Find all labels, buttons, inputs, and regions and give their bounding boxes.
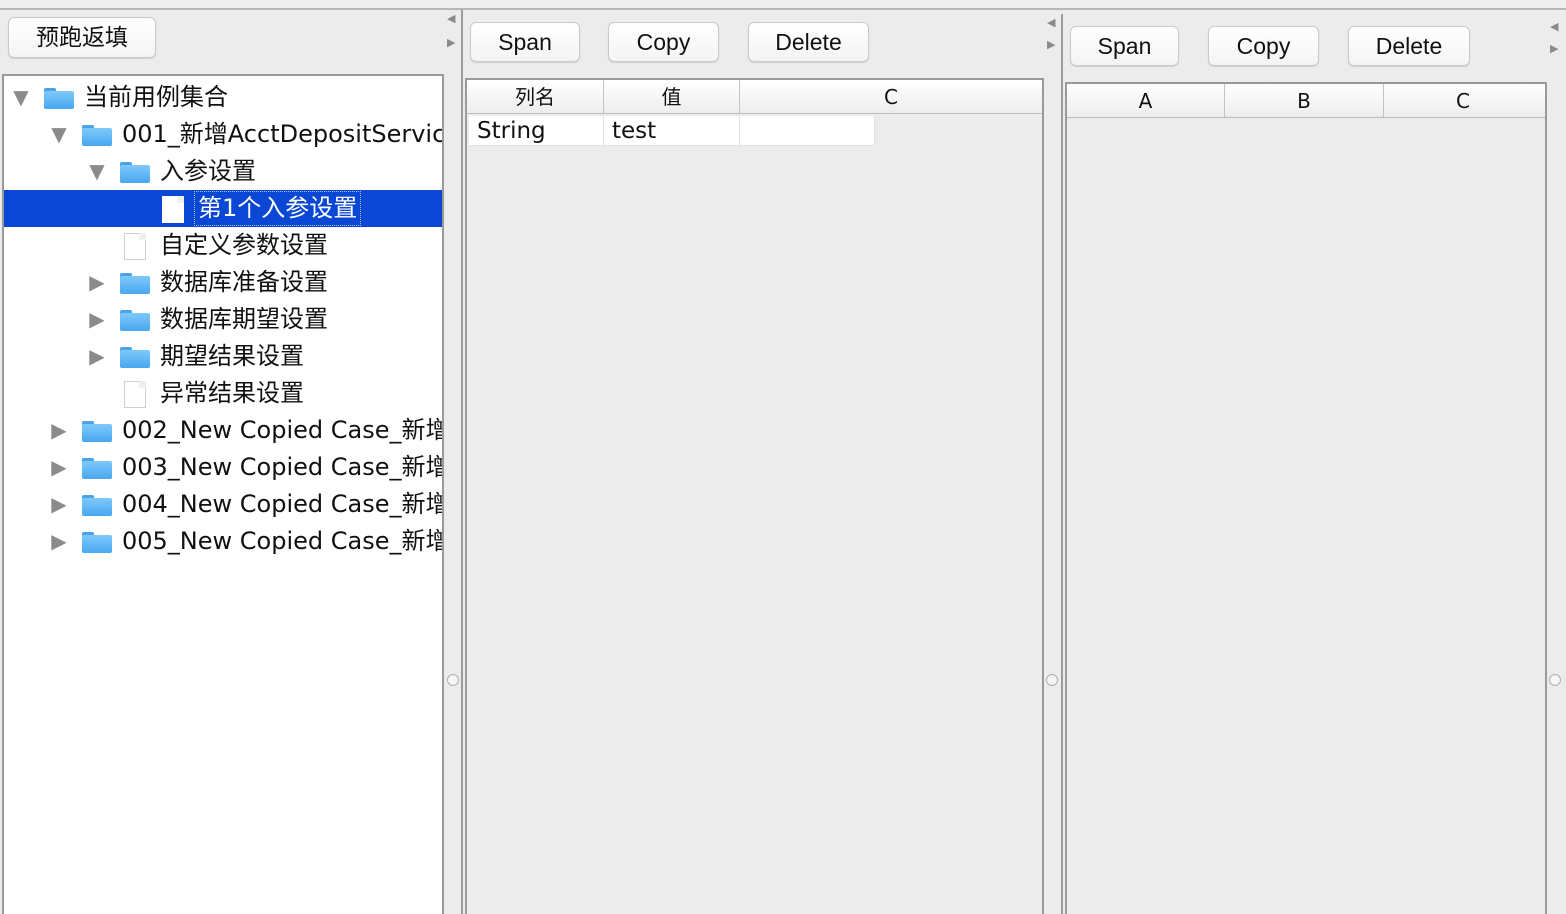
collapse-left-arrow-icon[interactable]: ◀ — [1047, 16, 1055, 29]
triangle-right-icon[interactable]: ▶ — [48, 449, 70, 486]
triangle-right-icon[interactable]: ▶ — [86, 338, 108, 375]
window-top-border — [0, 0, 1566, 10]
splitter-left[interactable]: ◀ ▶ — [444, 10, 462, 914]
right-delete-button[interactable]: Delete — [1348, 26, 1470, 66]
tree-node-label: 005_New Copied Case_新增 — [122, 527, 442, 555]
triangle-down-icon[interactable]: ▼ — [10, 79, 32, 116]
middle-table-header: 列名 值 C — [467, 80, 1042, 114]
splitter-middle[interactable]: ◀ ▶ — [1044, 10, 1062, 914]
tree-node-label: 第1个入参设置 — [194, 191, 362, 226]
file-icon — [124, 381, 146, 408]
triangle-right-icon[interactable]: ▶ — [86, 301, 108, 338]
middle-table[interactable]: 列名 值 C String test — [465, 78, 1044, 914]
cell-c[interactable] — [740, 116, 875, 146]
triangle-right-icon[interactable]: ▶ — [86, 264, 108, 301]
file-icon — [162, 196, 184, 223]
folder-icon — [120, 162, 150, 183]
tree-node[interactable]: ▼ 入参设置 — [4, 153, 442, 190]
middle-delete-button[interactable]: Delete — [748, 22, 869, 62]
tree-node[interactable]: ▶ 003_New Copied Case_新增 — [4, 449, 442, 486]
tree-node[interactable]: 第1个入参设置 — [4, 190, 442, 227]
tree-node[interactable]: 自定义参数设置 — [4, 227, 442, 264]
expand-right-arrow-icon[interactable]: ▶ — [1550, 42, 1558, 55]
right-span-button[interactable]: Span — [1070, 26, 1179, 66]
triangle-down-icon[interactable]: ▼ — [86, 153, 108, 190]
collapse-left-arrow-icon[interactable]: ◀ — [1550, 20, 1558, 33]
tree-node-label: 数据库期望设置 — [160, 305, 328, 333]
tree-node-label: 自定义参数设置 — [160, 231, 328, 259]
tree-node-label: 当前用例集合 — [84, 83, 228, 111]
tree-node-label: 异常结果设置 — [160, 379, 304, 407]
file-icon — [124, 233, 146, 260]
tree-node[interactable]: ▶ 005_New Copied Case_新增 — [4, 523, 442, 560]
folder-icon — [82, 532, 112, 553]
column-header-b[interactable]: B — [1225, 84, 1384, 118]
splitter-handle-icon[interactable] — [447, 674, 459, 686]
folder-icon — [82, 495, 112, 516]
folder-icon — [120, 310, 150, 331]
right-table-header: A B C — [1067, 84, 1545, 118]
tree-node[interactable]: ▶ 004_New Copied Case_新增 — [4, 486, 442, 523]
triangle-right-icon[interactable]: ▶ — [48, 412, 70, 449]
triangle-right-icon[interactable]: ▶ — [48, 523, 70, 560]
tree-node-label: 002_New Copied Case_新增 — [122, 416, 442, 444]
prerun-backfill-button[interactable]: 预跑返填 — [8, 17, 156, 58]
folder-icon — [120, 273, 150, 294]
folder-icon — [82, 458, 112, 479]
column-header-c[interactable]: C — [740, 80, 1042, 114]
column-header-c[interactable]: C — [1384, 84, 1542, 118]
right-copy-button[interactable]: Copy — [1208, 26, 1319, 66]
expand-right-arrow-icon[interactable]: ▶ — [447, 36, 455, 49]
column-header-value[interactable]: 值 — [604, 80, 740, 114]
tree-node[interactable]: ▶ 数据库准备设置 — [4, 264, 442, 301]
tree-node[interactable]: ▼ 001_新增AcctDepositServic — [4, 116, 442, 153]
column-header-name[interactable]: 列名 — [467, 80, 604, 114]
folder-icon — [44, 88, 74, 109]
tree-node-label: 数据库准备设置 — [160, 268, 328, 296]
divider — [461, 10, 463, 914]
tree-node[interactable]: 异常结果设置 — [4, 375, 442, 412]
triangle-down-icon[interactable]: ▼ — [48, 116, 70, 153]
divider — [1061, 14, 1063, 914]
tree-node-label: 期望结果设置 — [160, 342, 304, 370]
tree-node[interactable]: ▶ 数据库期望设置 — [4, 301, 442, 338]
table-row[interactable]: String test — [469, 116, 875, 146]
cell-value[interactable]: test — [604, 116, 740, 146]
folder-icon — [120, 347, 150, 368]
splitter-right[interactable]: ◀ ▶ — [1546, 10, 1566, 914]
column-header-a[interactable]: A — [1067, 84, 1225, 118]
middle-copy-button[interactable]: Copy — [608, 22, 719, 62]
splitter-handle-icon[interactable] — [1046, 674, 1058, 686]
cell-name[interactable]: String — [469, 116, 604, 146]
splitter-handle-icon[interactable] — [1549, 674, 1561, 686]
right-table[interactable]: A B C — [1065, 82, 1547, 914]
triangle-right-icon[interactable]: ▶ — [48, 486, 70, 523]
tree-node-label: 004_New Copied Case_新增 — [122, 490, 442, 518]
case-tree[interactable]: ▼ 当前用例集合 ▼ 001_新增AcctDepositServic ▼ 入参设置第1个入… — [2, 74, 444, 914]
collapse-left-arrow-icon[interactable]: ◀ — [447, 12, 455, 25]
folder-icon — [82, 421, 112, 442]
tree-node[interactable]: ▶ 002_New Copied Case_新增 — [4, 412, 442, 449]
folder-icon — [82, 125, 112, 146]
tree-node-label: 入参设置 — [160, 157, 256, 185]
expand-right-arrow-icon[interactable]: ▶ — [1047, 38, 1055, 51]
middle-span-button[interactable]: Span — [470, 22, 580, 62]
tree-node-label: 001_新增AcctDepositServic — [122, 120, 442, 148]
tree-node[interactable]: ▼ 当前用例集合 — [4, 79, 442, 116]
tree-node-label: 003_New Copied Case_新增 — [122, 453, 442, 481]
tree-node[interactable]: ▶ 期望结果设置 — [4, 338, 442, 375]
